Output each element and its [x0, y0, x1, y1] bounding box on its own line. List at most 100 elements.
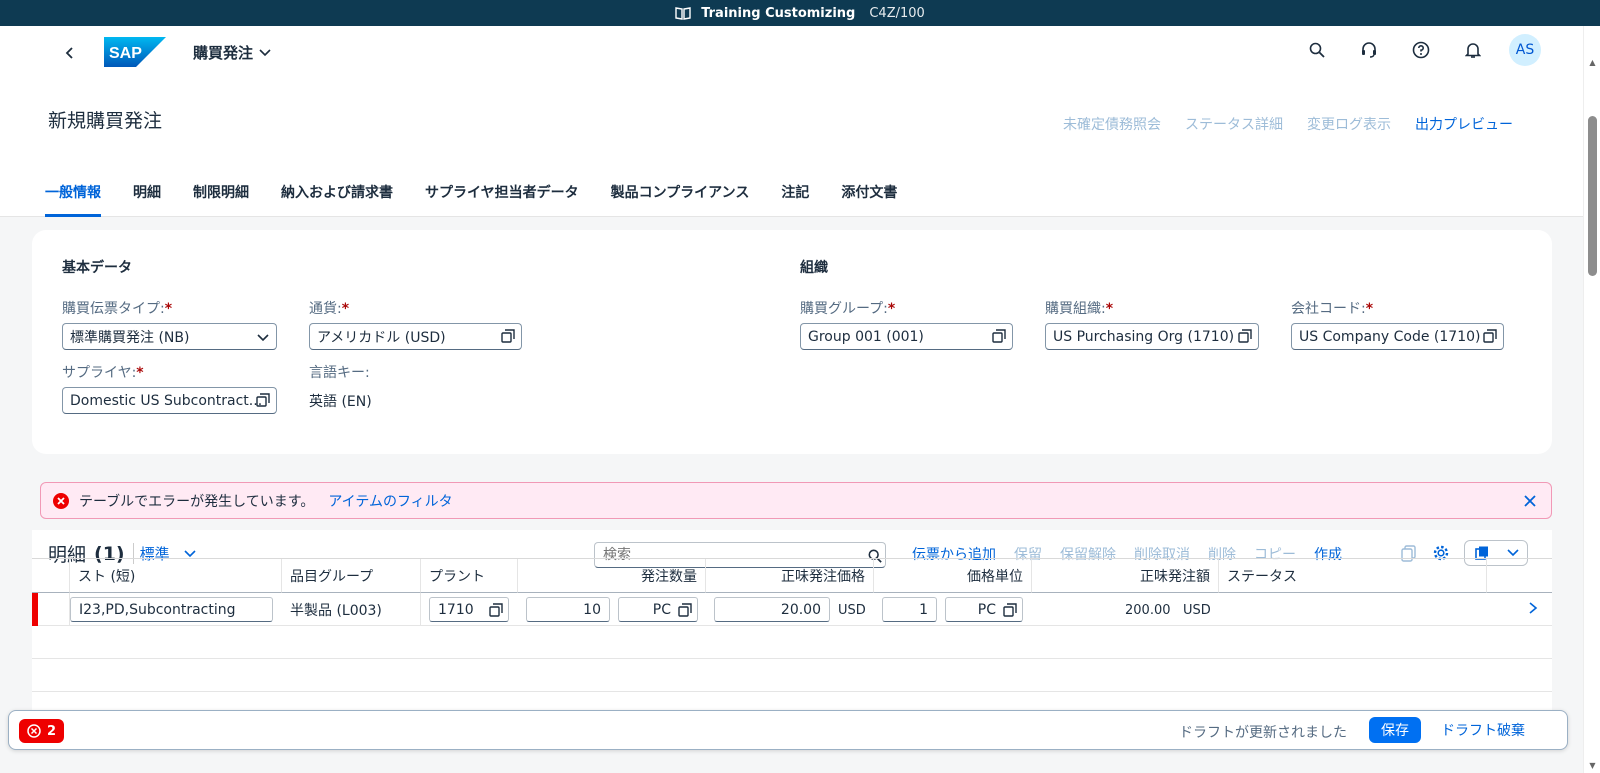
help-button[interactable]	[1405, 34, 1437, 66]
purch-org-field[interactable]: US Purchasing Org (1710)	[1045, 323, 1259, 350]
chevron-down-icon	[257, 334, 269, 342]
footer-toolbar: 2 ドラフトが更新されました 保存 ドラフト破棄	[8, 710, 1568, 750]
items-grid: スト (短) 品目グループ プラント 発注数量 正味発注価格 価格単位 正味発注…	[32, 558, 1552, 730]
column-status[interactable]: ステータス	[1219, 559, 1487, 593]
purch-org-label: 購買組織:*	[1045, 301, 1114, 317]
tab-attachments[interactable]: 添付文書	[841, 176, 897, 217]
column-order-qty[interactable]: 発注数量	[518, 559, 706, 593]
shell-header: SAP 購買発注 AS	[0, 26, 1583, 80]
currency-field[interactable]: アメリカドル (USD)	[309, 323, 522, 350]
status-details-link[interactable]: ステータス詳細	[1185, 114, 1283, 134]
tab-notes[interactable]: 注記	[781, 176, 809, 217]
back-button[interactable]	[58, 41, 82, 65]
help-icon	[1412, 41, 1430, 59]
table-row-empty	[32, 626, 1552, 659]
tab-delivery-invoice[interactable]: 納入および請求書	[281, 176, 393, 217]
value-help-icon[interactable]	[1003, 603, 1017, 617]
chevron-left-icon	[65, 47, 73, 59]
order-qty-input[interactable]: 10	[526, 597, 610, 622]
short-text-input[interactable]: I23,PD,Subcontracting	[70, 597, 273, 622]
language-label: 言語キー:	[309, 365, 370, 381]
error-icon	[27, 724, 41, 738]
company-code-label: 会社コード:*	[1291, 301, 1374, 317]
close-icon[interactable]	[1521, 492, 1539, 510]
column-plant[interactable]: プラント	[421, 559, 518, 593]
tab-supplier-contact[interactable]: サプライヤ担当者データ	[425, 176, 579, 217]
column-short-text[interactable]: スト (短)	[70, 559, 282, 593]
organization-title: 組織	[800, 260, 828, 276]
chevron-down-icon	[1506, 549, 1519, 557]
chevron-right-icon[interactable]	[1526, 601, 1540, 615]
scrollbar-thumb[interactable]	[1588, 116, 1597, 276]
chevron-down-icon	[184, 549, 196, 557]
value-help-icon[interactable]	[1483, 329, 1497, 343]
system-client: C4Z/100	[869, 5, 925, 21]
net-price-currency: USD	[838, 603, 866, 618]
price-unit-input[interactable]: 1	[882, 597, 937, 622]
tab-limit-items[interactable]: 制限明細	[193, 176, 249, 217]
table-row[interactable]: I23,PD,Subcontracting 半製品 (L003) 1710 10…	[32, 593, 1552, 626]
net-value-currency: USD	[1183, 603, 1211, 618]
object-header: 新規購買発注 未確定債務照会 ステータス詳細 変更ログ表示 出力プレビュー 一般…	[0, 80, 1583, 217]
value-help-icon[interactable]	[489, 603, 503, 617]
page-scrollbar[interactable]: ▲ ▼	[1583, 26, 1600, 773]
app-title-menu[interactable]: 購買発注	[193, 42, 271, 63]
company-code-field[interactable]: US Company Code (1710)	[1291, 323, 1504, 350]
order-unit-input[interactable]: PC	[618, 597, 698, 622]
book-icon	[675, 7, 691, 20]
save-button[interactable]: 保存	[1369, 717, 1421, 743]
currency-label: 通貨:*	[309, 301, 350, 317]
supplier-field[interactable]: Domestic US Subcontract...	[62, 387, 277, 414]
change-log-link[interactable]: 変更ログ表示	[1307, 114, 1391, 134]
doc-type-label: 購買伝票タイプ:*	[62, 301, 173, 317]
page-title: 新規購買発注	[48, 110, 163, 132]
net-value: 200.00	[1125, 603, 1171, 618]
column-price-unit[interactable]: 価格単位	[874, 559, 1032, 593]
value-help-icon[interactable]	[256, 393, 270, 407]
row-selector-header	[32, 559, 70, 593]
column-material-group[interactable]: 品目グループ	[282, 559, 421, 593]
row-selector[interactable]	[32, 593, 70, 626]
tab-general[interactable]: 一般情報	[45, 176, 101, 217]
price-unit-uom-input[interactable]: PC	[945, 597, 1023, 622]
sap-logo[interactable]: SAP	[104, 37, 166, 67]
filter-items-link[interactable]: アイテムのフィルタ	[328, 491, 452, 511]
open-commitments-link[interactable]: 未確定債務照会	[1063, 114, 1161, 134]
basic-data-card: 基本データ 購買伝票タイプ:* 標準購買発注 (NB) 通貨:* アメリカドル …	[32, 230, 1552, 454]
headset-icon	[1362, 42, 1376, 58]
basic-data-title: 基本データ	[62, 260, 132, 276]
error-message-strip: テーブルでエラーが発生しています。 アイテムのフィルタ	[40, 482, 1552, 519]
language-value: 英語 (EN)	[309, 394, 372, 410]
discard-draft-button[interactable]: ドラフト破棄	[1429, 717, 1537, 743]
search-button[interactable]	[1301, 34, 1333, 66]
shell-actions: AS	[1301, 34, 1541, 66]
value-help-icon[interactable]	[501, 329, 515, 343]
chevron-down-icon	[259, 48, 271, 56]
output-preview-link[interactable]: 出力プレビュー	[1415, 114, 1513, 134]
plant-input[interactable]: 1710	[429, 597, 509, 622]
purch-group-field[interactable]: Group 001 (001)	[800, 323, 1013, 350]
table-row-empty	[32, 659, 1552, 692]
column-net-price[interactable]: 正味発注価格	[706, 559, 874, 593]
value-help-icon[interactable]	[1238, 329, 1252, 343]
purch-group-label: 購買グループ:*	[800, 301, 896, 317]
bell-icon	[1465, 43, 1481, 58]
notifications-button[interactable]	[1457, 34, 1489, 66]
column-net-value[interactable]: 正味発注額	[1032, 559, 1219, 593]
system-title: Training Customizing	[701, 5, 856, 21]
scroll-down-icon[interactable]: ▼	[1588, 761, 1597, 770]
avatar[interactable]: AS	[1509, 34, 1541, 66]
tab-product-compliance[interactable]: 製品コンプライアンス	[611, 176, 750, 217]
value-help-icon[interactable]	[992, 329, 1006, 343]
material-group-value: 半製品 (L003)	[282, 593, 421, 626]
draft-status: ドラフトが更新されました	[1179, 725, 1347, 741]
tab-items[interactable]: 明細	[133, 176, 161, 217]
doc-type-select[interactable]: 標準購買発注 (NB)	[62, 323, 277, 350]
net-price-input[interactable]: 20.00	[714, 597, 830, 622]
error-messages-button[interactable]: 2	[19, 719, 65, 743]
support-button[interactable]	[1353, 34, 1385, 66]
tab-bar: 一般情報 明細 制限明細 納入および請求書 サプライヤ担当者データ 製品コンプラ…	[45, 176, 897, 217]
error-icon	[53, 492, 69, 509]
value-help-icon[interactable]	[678, 603, 692, 617]
scroll-up-icon[interactable]: ▲	[1588, 58, 1597, 67]
